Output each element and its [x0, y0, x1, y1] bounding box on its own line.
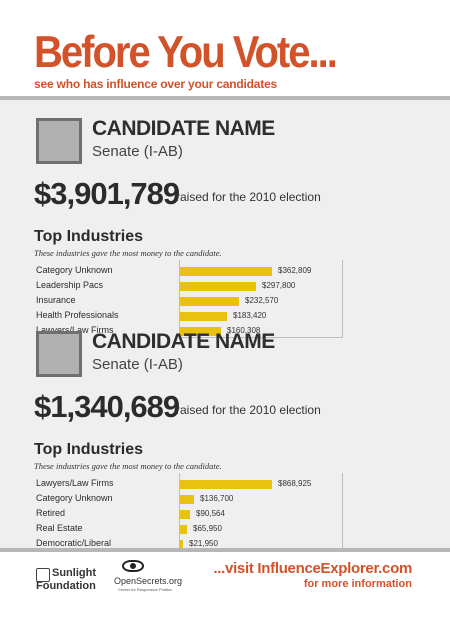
industry-bar-area: $90,564 — [180, 507, 320, 522]
page-subtitle: see who has influence over your candidat… — [34, 77, 278, 91]
candidates-panel: CANDIDATE NAME Senate (I-AB) $3,901,789 … — [0, 96, 450, 551]
industry-bar — [180, 510, 190, 519]
industry-row: Category Unknown $136,700 — [34, 492, 324, 507]
industry-value: $297,800 — [262, 281, 296, 290]
top-industries-heading: Top Industries — [34, 228, 144, 245]
industry-bar — [180, 267, 272, 276]
industry-value: $65,950 — [193, 524, 222, 533]
industry-value: $183,420 — [233, 311, 267, 320]
industry-bar — [180, 525, 187, 534]
candidate-photo-placeholder — [36, 331, 82, 377]
industry-value: $21,950 — [189, 539, 218, 548]
industry-bar-area: $232,570 — [180, 294, 320, 309]
industry-label: Health Professionals — [36, 310, 119, 320]
industry-bar — [180, 495, 194, 504]
industry-label: Category Unknown — [36, 265, 113, 275]
raised-caption: raised for the 2010 election — [176, 403, 321, 417]
industry-row: Category Unknown $362,809 — [34, 264, 324, 279]
sunlight-name-line2: Foundation — [36, 580, 96, 592]
industry-row: Health Professionals $183,420 — [34, 309, 324, 324]
top-industries-note: These industries gave the most money to … — [34, 248, 222, 258]
industry-label: Real Estate — [36, 523, 83, 533]
industry-label: Lawyers/Law Firms — [36, 478, 114, 488]
industry-label: Leadership Pacs — [36, 280, 104, 290]
top-industries-note: These industries gave the most money to … — [34, 461, 222, 471]
raised-caption: raised for the 2010 election — [176, 190, 321, 204]
industry-bar-area: $136,700 — [180, 492, 320, 507]
header: Before You Vote... see who has influence… — [0, 0, 450, 96]
opensecrets-tagline: Center for Responsive Politics — [118, 587, 172, 592]
industry-value: $90,564 — [196, 509, 225, 518]
candidate-card: CANDIDATE NAME Senate (I-AB) $1,340,689 … — [0, 330, 450, 551]
candidate-office: Senate (I-AB) — [92, 356, 183, 373]
industry-row: Lawyers/Law Firms $868,925 — [34, 477, 324, 492]
industry-row: Insurance $232,570 — [34, 294, 324, 309]
industry-label: Category Unknown — [36, 493, 113, 503]
candidate-name: CANDIDATE NAME — [92, 330, 275, 353]
opensecrets-name: OpenSecrets.org — [114, 576, 183, 586]
industry-value: $232,570 — [245, 296, 279, 305]
industry-label: Insurance — [36, 295, 76, 305]
industry-row: Real Estate $65,950 — [34, 522, 324, 537]
candidate-name: CANDIDATE NAME — [92, 117, 275, 140]
industry-bar-area: $362,809 — [180, 264, 320, 279]
industry-value: $868,925 — [278, 479, 312, 488]
industry-bar — [180, 312, 227, 321]
amount-raised: $3,901,789 — [34, 176, 180, 211]
eye-pupil-icon — [130, 563, 136, 569]
sunlight-name-line1: Sunlight — [52, 567, 96, 579]
visit-link[interactable]: ...visit InfluenceExplorer.com — [213, 560, 412, 577]
footer: Sunlight Foundation OpenSecrets.org Cent… — [0, 548, 450, 625]
industry-bar-area: $297,800 — [180, 279, 320, 294]
industry-bar — [180, 480, 272, 489]
industry-label: Retired — [36, 508, 66, 518]
top-industries-heading: Top Industries — [34, 441, 144, 458]
industry-bar-area: $868,925 — [180, 477, 320, 492]
more-info-text: for more information — [303, 578, 412, 590]
industry-value: $362,809 — [278, 266, 312, 275]
amount-raised: $1,340,689 — [34, 389, 180, 424]
candidate-photo-placeholder — [36, 118, 82, 164]
candidate-office: Senate (I-AB) — [92, 143, 183, 160]
industry-row: Leadership Pacs $297,800 — [34, 279, 324, 294]
industry-row: Retired $90,564 — [34, 507, 324, 522]
industry-label: Democratic/Liberal — [36, 538, 112, 548]
industry-list: Lawyers/Law Firms $868,925 Category Unknow… — [34, 473, 343, 552]
candidate-card: CANDIDATE NAME Senate (I-AB) $3,901,789 … — [0, 117, 450, 338]
industry-bar — [180, 282, 256, 291]
industry-bar-area: $65,950 — [180, 522, 320, 537]
page-title: Before You Vote... — [34, 27, 338, 78]
industry-bar-area: $183,420 — [180, 309, 320, 324]
industry-value: $136,700 — [200, 494, 234, 503]
industry-list: Category Unknown $362,809 Leadership Pacs $… — [34, 260, 343, 339]
industry-bar — [180, 297, 239, 306]
